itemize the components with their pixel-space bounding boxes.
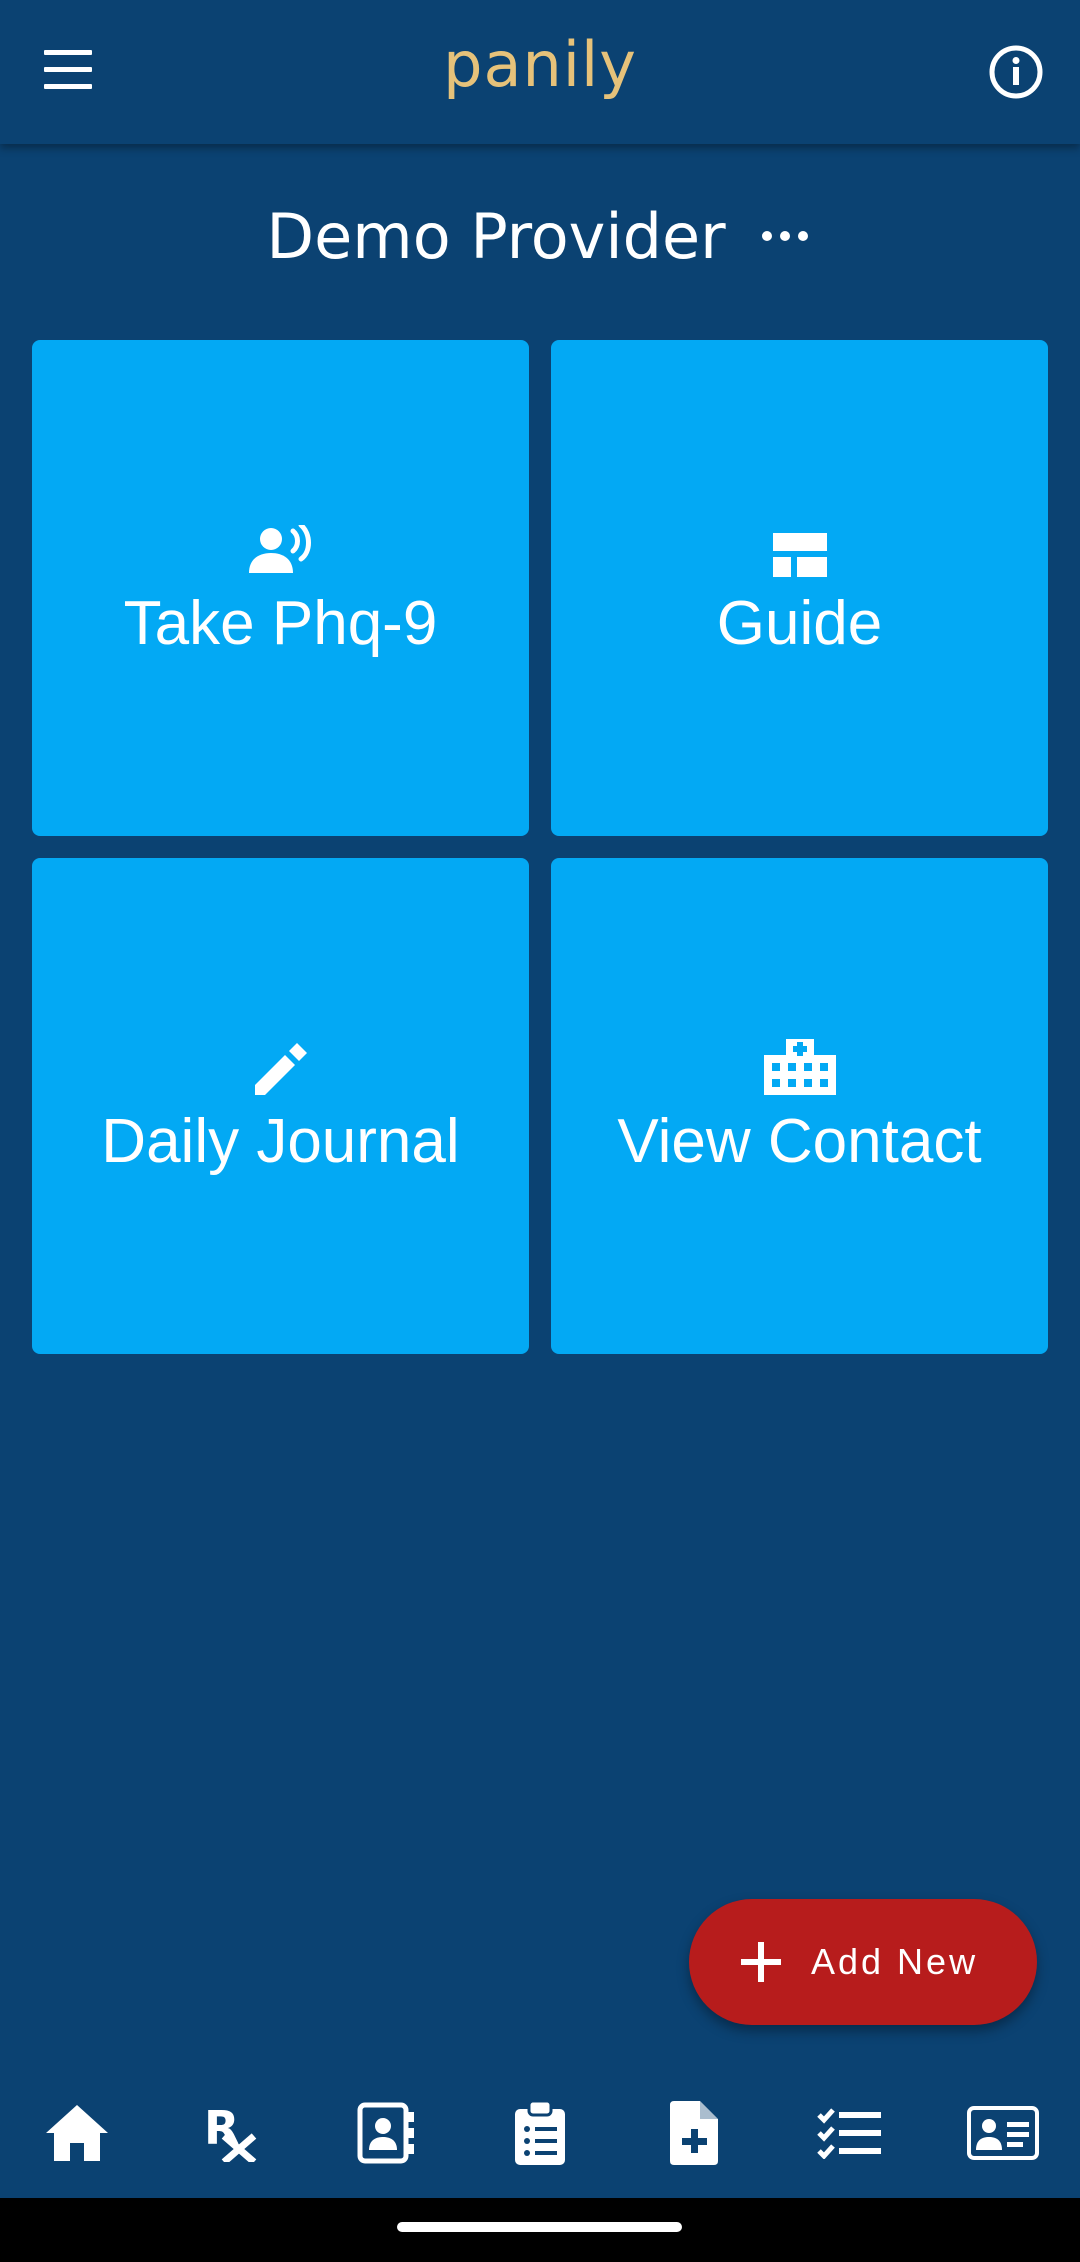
tile-label: Take Phq-9 [123,589,438,658]
app-screen: panily Demo Provider Take Phq-9 Guide Da… [0,0,1080,2262]
provider-header: Demo Provider [0,196,1080,276]
contact-book-icon [357,2102,414,2164]
daily-journal-tile[interactable]: Daily Journal [32,858,529,1354]
app-logo-title: panily [443,28,637,101]
tile-label: View Contact [617,1107,982,1176]
nav-tasks[interactable] [799,2083,899,2183]
add-new-button[interactable]: Add New [689,1899,1037,2025]
pencil-icon [254,1035,307,1095]
web-layout-icon [772,517,827,577]
record-voice-icon [248,517,313,577]
add-new-label: Add New [811,1941,979,1982]
view-contact-tile[interactable]: View Contact [551,858,1048,1354]
tile-label: Guide [716,589,883,658]
rx-prescription-icon: R [204,2104,257,2162]
provider-name: Demo Provider [266,199,726,273]
more-options-icon[interactable] [756,206,814,266]
medical-file-icon [670,2101,719,2165]
nav-profile-card[interactable] [953,2083,1053,2183]
id-card-icon [966,2106,1039,2160]
checklist-icon [816,2108,881,2159]
home-icon [46,2105,109,2161]
nav-clipboard[interactable] [490,2083,590,2183]
tile-label: Daily Journal [101,1107,460,1176]
guide-tile[interactable]: Guide [551,340,1048,836]
home-gesture-handle[interactable] [397,2222,682,2232]
take-phq9-tile[interactable]: Take Phq-9 [32,340,529,836]
nav-home[interactable] [27,2083,127,2183]
plus-icon [741,1942,781,1982]
nav-prescriptions[interactable]: R [181,2083,281,2183]
clipboard-list-icon [514,2101,565,2165]
nav-contacts[interactable] [336,2083,436,2183]
top-app-bar: panily [0,0,1080,144]
hospital-building-icon [763,1035,836,1095]
info-icon[interactable] [988,44,1044,100]
nav-medical-file[interactable] [644,2083,744,2183]
bottom-navigation: R [0,2068,1080,2198]
